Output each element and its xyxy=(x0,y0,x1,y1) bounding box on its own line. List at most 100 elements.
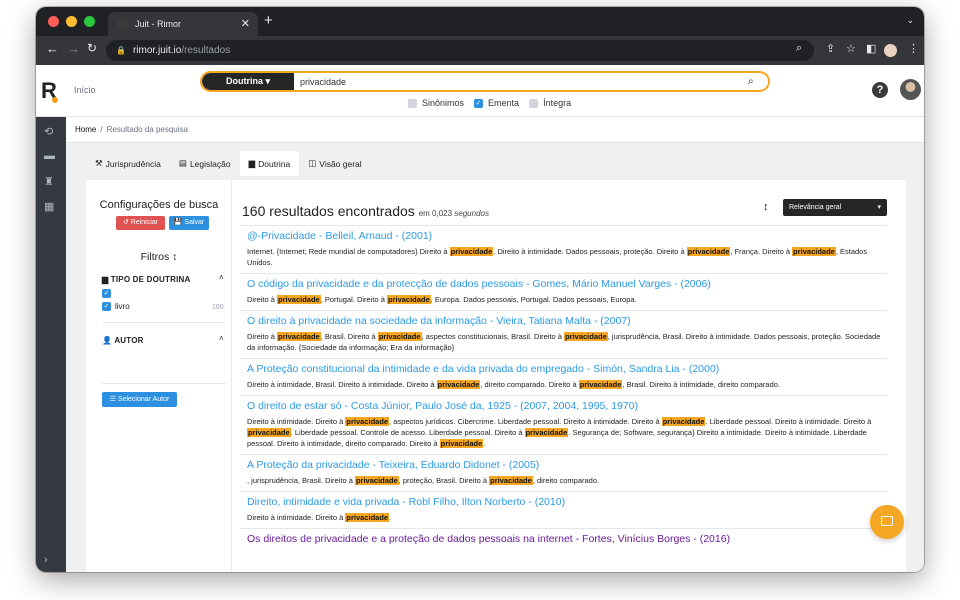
reset-button[interactable]: ↺ Reiniciar xyxy=(116,216,165,230)
sort-select[interactable]: Relevância geral ▾ xyxy=(783,199,887,216)
result-title-link[interactable]: O código da privacidade e da protecção d… xyxy=(247,277,887,292)
folder-icon[interactable]: ▬ xyxy=(44,150,55,162)
results-panel: Configurações de busca ↺ Reiniciar 💾 Sal… xyxy=(86,180,906,572)
search-highlight: privacidade xyxy=(449,247,494,256)
divider xyxy=(102,383,226,384)
breadcrumb-separator: / xyxy=(100,125,103,134)
result-item: O código da privacidade e da protecção d… xyxy=(240,273,887,310)
divider xyxy=(102,322,226,323)
close-window-icon[interactable] xyxy=(48,16,59,27)
help-icon[interactable]: ? xyxy=(872,82,888,98)
search-input[interactable] xyxy=(294,73,748,90)
chevron-up-icon[interactable]: ˄ xyxy=(219,334,224,343)
search-icon[interactable]: ⌕ xyxy=(748,76,768,87)
doctrine-type-all[interactable]: ✓ xyxy=(102,289,111,298)
back-icon[interactable]: ← xyxy=(46,41,59,56)
result-title-link[interactable]: A Proteção da privacidade - Teixeira, Ed… xyxy=(247,458,887,473)
result-description: Direito à intimidade. Direito à privacid… xyxy=(247,417,872,448)
search-highlight: privacidade xyxy=(247,428,291,437)
app-header: R Início Doutrina ▾ ⌕ Sinônimos ✓Ementa … xyxy=(36,65,924,117)
columns-icon: ◫ xyxy=(308,158,317,168)
search-highlight: privacidade xyxy=(489,476,533,485)
search-highlight: privacidade xyxy=(386,295,431,304)
tab-jurisprudencia[interactable]: ⚒ Jurisprudência xyxy=(86,151,170,176)
gift-icon[interactable]: ▦ xyxy=(44,200,54,213)
document-icon: ▤ xyxy=(178,158,187,168)
history-icon[interactable]: ⟲ xyxy=(44,125,53,138)
result-description: Internet. {Internet; Rede mundial de com… xyxy=(247,247,868,267)
doctrine-type-livro[interactable]: ✓ livro xyxy=(102,302,130,311)
results-list: @-Privacidade - Belleil, Arnaud - (2001)… xyxy=(240,225,887,552)
result-title-link[interactable]: A Proteção constitucional da intimidade … xyxy=(247,362,887,377)
tab-search-icon[interactable]: ⌄ xyxy=(906,15,914,26)
address-bar[interactable]: 🔒 rimor.juit.io/resultados xyxy=(106,40,814,61)
results-tabs: ⚒ Jurisprudência ▤ Legislação ▆ Doutrina ◫ V… xyxy=(86,151,371,176)
checkbox-checked-icon[interactable]: ✓ xyxy=(474,98,484,108)
chat-launcher[interactable] xyxy=(870,505,904,539)
doctrine-type-title[interactable]: ▆ TIPO DE DOUTRINA xyxy=(102,275,190,284)
author-title[interactable]: 👤 AUTOR xyxy=(102,336,144,345)
forward-icon[interactable]: → xyxy=(67,41,80,56)
results-count: 160 resultados encontrados em 0,023 segu… xyxy=(242,203,489,219)
checkbox-checked-icon[interactable]: ✓ xyxy=(102,302,111,311)
left-rail: ⟲ ▬ ♜ ▦ › xyxy=(36,117,66,572)
tab-close-icon[interactable]: ✕ xyxy=(241,17,250,30)
nav-inicio[interactable]: Início xyxy=(74,85,96,95)
url-host: rimor.juit.io xyxy=(132,45,182,56)
checkbox-icon[interactable] xyxy=(529,98,539,108)
result-title-link[interactable]: O direito de estar só - Costa Júnior, Pa… xyxy=(247,399,887,414)
search-highlight: privacidade xyxy=(345,513,390,522)
option-integra[interactable]: Íntegra xyxy=(529,98,571,108)
new-tab-icon[interactable]: + xyxy=(264,12,273,29)
filters-title: Filtros ↕ xyxy=(140,251,178,263)
result-title-link[interactable]: Direito, intimidade e vida privada - Rob… xyxy=(247,495,887,510)
sidepanel-icon[interactable]: ◧ xyxy=(866,42,876,55)
save-button[interactable]: 💾 Salvar xyxy=(169,216,209,230)
gavel-icon: ⚒ xyxy=(95,158,103,168)
share-icon[interactable]: ⇪ xyxy=(826,42,835,55)
search-highlight: privacidade xyxy=(345,417,390,426)
reload-icon[interactable]: ↻ xyxy=(87,41,97,55)
favicon-icon xyxy=(118,19,128,29)
result-item: Os direitos de privacidade e a proteção … xyxy=(240,528,887,552)
bookmark-star-icon[interactable]: ☆ xyxy=(846,42,856,55)
result-title-link[interactable]: @-Privacidade - Belleil, Arnaud - (2001) xyxy=(247,229,887,244)
result-title-link[interactable]: Os direitos de privacidade e a proteção … xyxy=(247,532,887,547)
profile-icon[interactable] xyxy=(884,44,897,57)
search-highlight: privacidade xyxy=(564,332,608,341)
checkbox-icon[interactable] xyxy=(408,98,417,108)
checkbox-checked-icon[interactable]: ✓ xyxy=(102,289,111,298)
select-author-button[interactable]: ☰ Selecionar Autor xyxy=(102,392,177,407)
user-icon: 👤 xyxy=(102,336,113,345)
result-title-link[interactable]: O direito à privacidade na sociedade da … xyxy=(247,314,887,329)
tab-legislacao[interactable]: ▤ Legislação xyxy=(170,151,240,176)
filters-sidebar: Configurações de busca ↺ Reiniciar 💾 Sal… xyxy=(86,180,232,572)
breadcrumb-home[interactable]: Home xyxy=(75,125,96,134)
content-area: ⚒ Jurisprudência ▤ Legislação ▆ Doutrina ◫ V… xyxy=(66,144,924,572)
lock-icon: 🔒 xyxy=(116,46,126,55)
avatar[interactable] xyxy=(900,79,921,100)
option-sinonimos[interactable]: Sinônimos xyxy=(408,98,464,108)
minimize-window-icon[interactable] xyxy=(66,16,77,27)
result-item: O direito de estar só - Costa Júnior, Pa… xyxy=(240,395,887,454)
chevron-up-icon[interactable]: ˄ xyxy=(219,273,224,282)
browser-tab[interactable]: Juit - Rimor ✕ xyxy=(108,12,258,36)
tab-doutrina[interactable]: ▆ Doutrina xyxy=(239,151,300,176)
search-highlight: privacidade xyxy=(792,247,836,256)
search-highlight: privacidade xyxy=(377,332,422,341)
robot-icon[interactable]: ♜ xyxy=(44,175,54,188)
sort-toggle-icon[interactable]: ↕ xyxy=(172,251,177,263)
zoom-window-icon[interactable] xyxy=(84,16,95,27)
search-category-select[interactable]: Doutrina ▾ xyxy=(202,73,294,90)
tab-visao-geral[interactable]: ◫ Visão geral xyxy=(299,151,370,176)
result-description: Direito à privacidade, Portugal. Direito… xyxy=(247,295,637,304)
zoom-icon[interactable]: ⌕ xyxy=(796,42,802,55)
browser-window: Juit - Rimor ✕ + ⌄ ← → ↻ 🔒 rimor.juit.io… xyxy=(36,7,924,572)
sort-direction-icon[interactable]: ↕ xyxy=(763,201,769,213)
result-item: @-Privacidade - Belleil, Arnaud - (2001)… xyxy=(240,225,887,273)
option-ementa[interactable]: ✓ Ementa xyxy=(474,98,519,108)
logo[interactable]: R xyxy=(41,78,58,104)
result-description: , jurisprudência, Brasil. Direito à priv… xyxy=(247,476,600,485)
menu-dots-icon[interactable]: ⋮ xyxy=(908,42,919,55)
expand-rail-icon[interactable]: › xyxy=(44,554,48,566)
